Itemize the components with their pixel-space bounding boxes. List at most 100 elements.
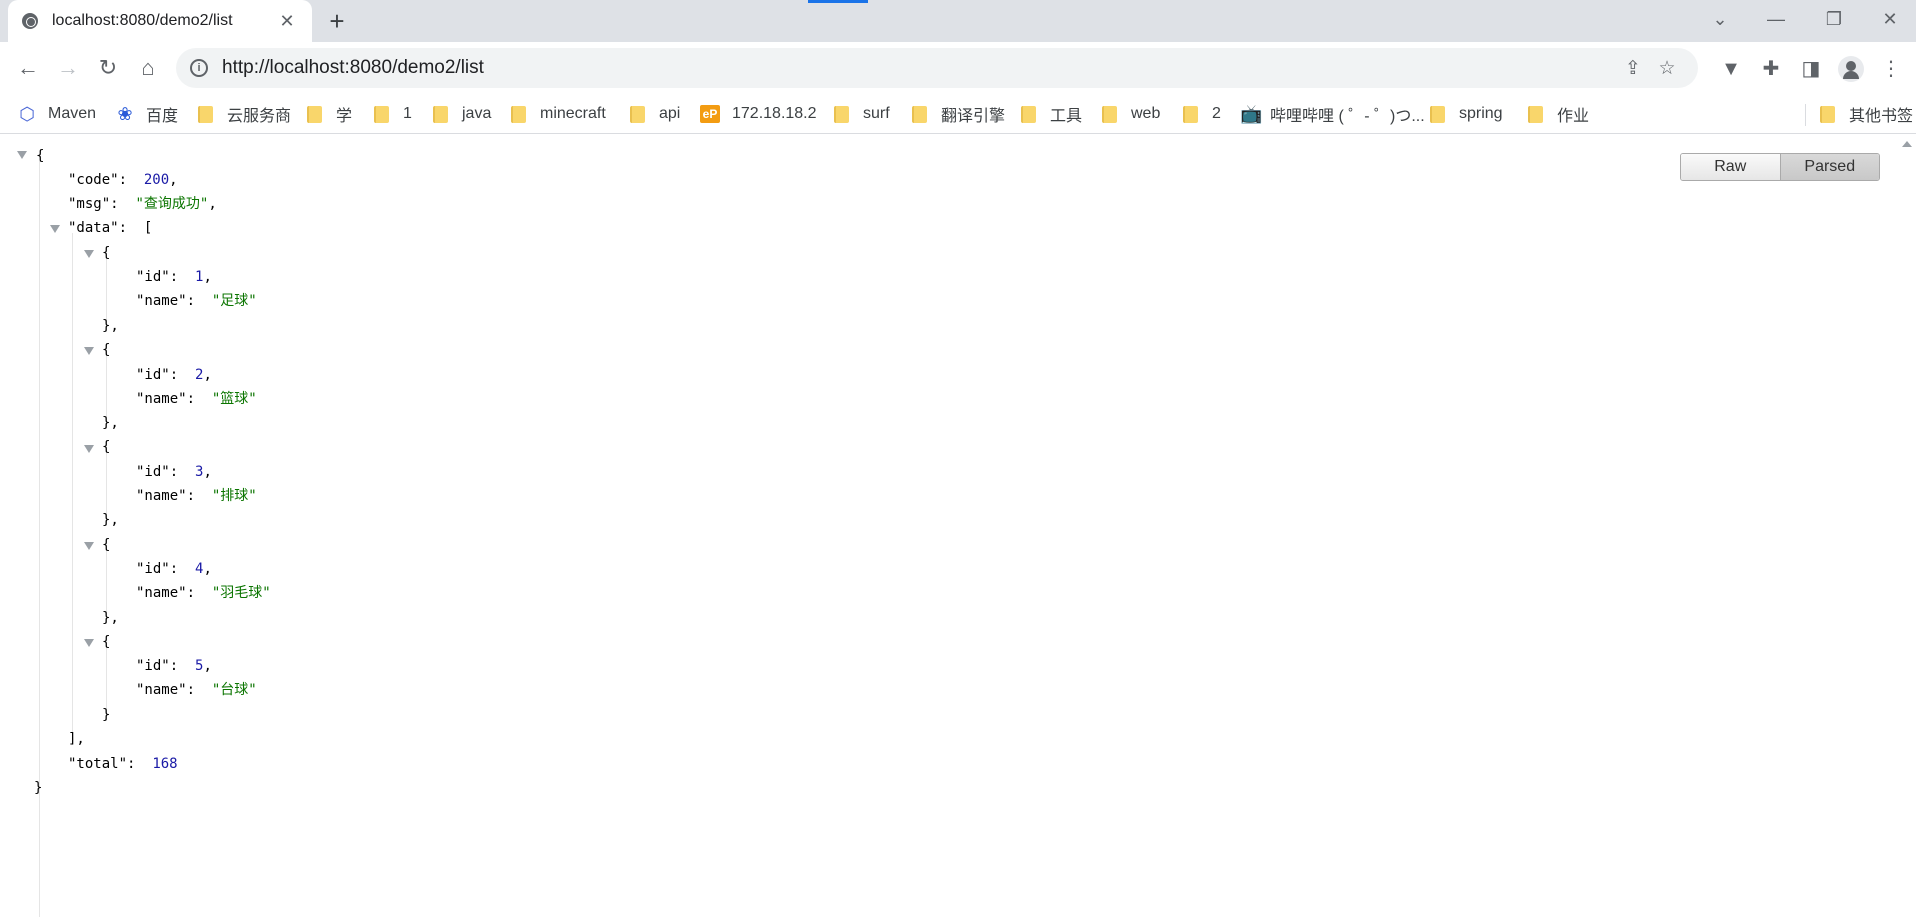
bookmark-star-icon[interactable]: ☆	[1650, 57, 1684, 80]
raw-button[interactable]: Raw	[1681, 154, 1780, 180]
bilibili-icon: 📺	[1240, 103, 1263, 124]
bookmark-label: 云服务商	[227, 108, 292, 125]
json-line: "name": "足球"	[136, 293, 257, 309]
json-line: "code": 200,	[68, 172, 178, 188]
json-line: }	[102, 707, 111, 723]
parsed-button[interactable]: Parsed	[1779, 154, 1879, 180]
bookmark-ep[interactable]: eP 172.18.18.2	[700, 94, 817, 134]
indent-guide	[72, 233, 73, 745]
folder-icon	[630, 105, 645, 123]
share-icon[interactable]: ⇪	[1616, 57, 1650, 80]
folder-icon	[1183, 105, 1198, 123]
bookmark-folder[interactable]: 云服务商	[198, 94, 291, 134]
bookmark-label: 2	[1212, 105, 1221, 122]
bookmark-label: web	[1131, 105, 1161, 122]
bookmark-label: surf	[863, 105, 890, 122]
bookmark-folder[interactable]: 学	[307, 94, 352, 134]
extensions-puzzle-icon[interactable]: ✚	[1758, 56, 1784, 82]
json-line: {	[102, 439, 111, 455]
bookmark-label: minecraft	[540, 105, 606, 122]
view-toggle: Raw Parsed	[1680, 153, 1880, 181]
bookmark-folder[interactable]: spring	[1430, 94, 1503, 134]
side-panel-icon[interactable]: ◨	[1798, 56, 1824, 82]
collapse-triangle-icon[interactable]	[84, 250, 94, 258]
bookmark-folder[interactable]: web	[1102, 94, 1160, 134]
url-text[interactable]: http://localhost:8080/demo2/list	[222, 57, 1616, 79]
other-bookmarks[interactable]: 其他书签	[1820, 94, 1913, 134]
bookmark-label: 1	[403, 105, 412, 122]
tab-title: localhost:8080/demo2/list	[52, 12, 233, 29]
folder-icon	[1528, 105, 1543, 123]
profile-avatar-icon[interactable]	[1838, 56, 1864, 82]
json-line: "id": 5,	[136, 658, 212, 674]
home-icon[interactable]: ⌂	[132, 52, 164, 84]
scroll-up-arrow-icon[interactable]	[1902, 141, 1912, 147]
bookmark-label: 学	[336, 108, 353, 125]
folder-icon	[307, 105, 322, 123]
forward-arrow-icon[interactable]: →	[52, 52, 84, 84]
bookmark-folder[interactable]: 1	[374, 94, 412, 134]
bookmark-folder[interactable]: 作业	[1528, 94, 1589, 134]
collapse-triangle-icon[interactable]	[84, 347, 94, 355]
folder-icon	[433, 105, 448, 123]
back-arrow-icon[interactable]: ←	[12, 52, 44, 84]
indent-guide	[39, 161, 40, 917]
bookmark-folder[interactable]: surf	[834, 94, 890, 134]
close-tab-icon[interactable]: ✕	[276, 11, 298, 32]
collapse-triangle-icon[interactable]	[84, 542, 94, 550]
folder-icon	[1430, 105, 1445, 123]
folder-icon	[1820, 105, 1835, 123]
menu-kebab-icon[interactable]: ⋮	[1878, 56, 1904, 82]
collapse-triangle-icon[interactable]	[50, 225, 60, 233]
bookmark-folder[interactable]: api	[630, 94, 680, 134]
json-line: },	[102, 415, 119, 431]
json-line: },	[102, 512, 119, 528]
bookmark-folder[interactable]: minecraft	[511, 94, 606, 134]
new-tab-button[interactable]: +	[322, 6, 352, 36]
site-info-icon[interactable]: i	[190, 59, 208, 77]
bookmark-folder[interactable]: 翻译引擎	[912, 94, 1005, 134]
folder-icon	[912, 105, 927, 123]
restore-button[interactable]: ❐	[1806, 0, 1862, 38]
json-line: "id": 2,	[136, 367, 212, 383]
bookmark-bilibili[interactable]: 📺 哔哩哔哩 ( ゜- ゜)つ...	[1240, 94, 1425, 134]
json-line: {	[102, 245, 111, 261]
bookmark-baidu[interactable]: ❀ 百度	[116, 94, 178, 134]
bookmark-label: 172.18.18.2	[732, 105, 817, 122]
bookmark-maven[interactable]: ⬡ Maven	[18, 94, 96, 134]
folder-icon	[834, 105, 849, 123]
json-line: "data": [	[68, 220, 153, 236]
reload-icon[interactable]: ↻	[92, 52, 124, 84]
json-line: },	[102, 610, 119, 626]
collapse-triangle-icon[interactable]	[17, 151, 27, 159]
vue-devtools-icon[interactable]: ▼	[1718, 56, 1744, 82]
bookmark-folder[interactable]: 2	[1183, 94, 1221, 134]
json-line: {	[36, 148, 45, 164]
ep-icon: eP	[700, 105, 720, 123]
bookmark-folder[interactable]: java	[433, 94, 491, 134]
collapse-triangle-icon[interactable]	[84, 639, 94, 647]
bookmark-label: 其他书签	[1849, 108, 1914, 125]
folder-icon	[511, 105, 526, 123]
browser-tab[interactable]: localhost:8080/demo2/list ✕	[8, 0, 312, 42]
bookmark-label: java	[462, 105, 492, 122]
bookmark-label: 百度	[146, 108, 179, 125]
bookmark-label: api	[659, 105, 681, 122]
hexagon-icon: ⬡	[19, 103, 35, 124]
folder-icon	[1102, 105, 1117, 123]
collapse-triangle-icon[interactable]	[84, 445, 94, 453]
json-line: ],	[68, 731, 85, 747]
bookmark-folder[interactable]: 工具	[1021, 94, 1082, 134]
json-line: {	[102, 634, 111, 650]
window-close-button[interactable]: ✕	[1862, 0, 1916, 38]
tab-search-icon[interactable]: ⌄	[1692, 0, 1748, 38]
address-bar[interactable]: i http://localhost:8080/demo2/list ⇪ ☆	[176, 48, 1698, 88]
minimize-button[interactable]: —	[1748, 0, 1804, 38]
json-line: }	[34, 780, 43, 796]
folder-icon	[374, 105, 389, 123]
json-line: "name": "台球"	[136, 682, 257, 698]
json-line: "id": 1,	[136, 269, 212, 285]
json-line: "name": "排球"	[136, 488, 257, 504]
baidu-paw-icon: ❀	[117, 103, 133, 124]
globe-icon	[22, 13, 38, 29]
